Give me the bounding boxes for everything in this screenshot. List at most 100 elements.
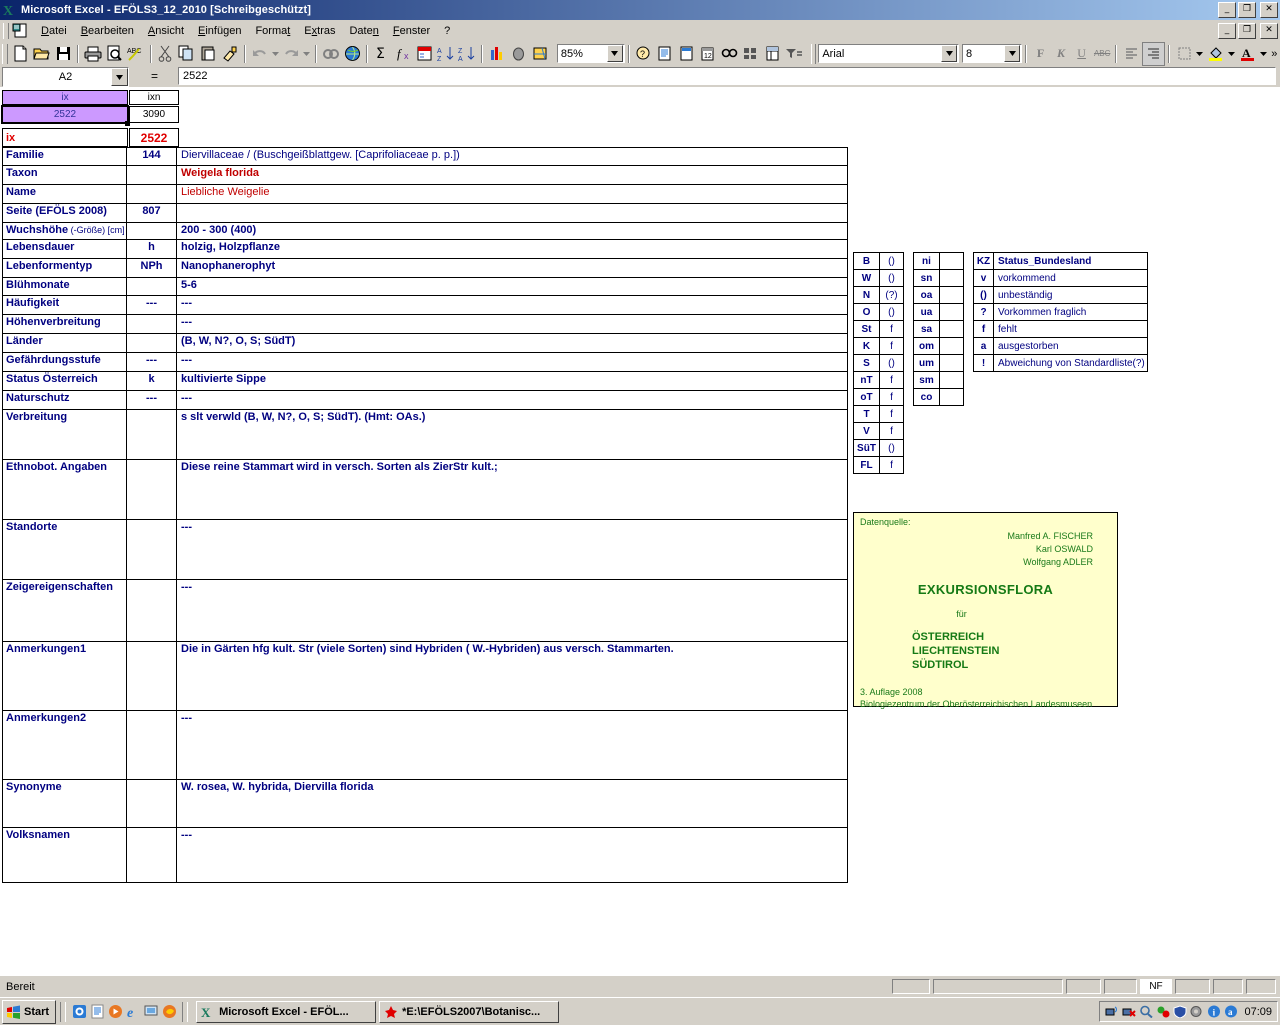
table-row[interactable]: Wuchshöhe (-Größe) [cm] 200 - 300 (400) bbox=[2, 223, 848, 240]
table-row[interactable]: Ethnobot. Angaben Diese reine Stammart wi… bbox=[2, 460, 848, 520]
save-icon[interactable] bbox=[53, 43, 75, 65]
cell-header-ixn[interactable]: ixn bbox=[129, 90, 179, 105]
sort-ascending-icon[interactable]: AZ bbox=[435, 43, 457, 65]
insert-hyperlink-icon[interactable] bbox=[320, 43, 342, 65]
legend-status-row[interactable]: ? Vorkommen fraglich bbox=[973, 303, 1148, 321]
legend-laender-row[interactable]: S() bbox=[853, 354, 904, 372]
row-label[interactable]: Name bbox=[3, 185, 127, 203]
row-label[interactable]: Wuchshöhe (-Größe) [cm] bbox=[3, 223, 127, 239]
cell-value-ixn[interactable]: 3090 bbox=[129, 106, 179, 123]
legend-region-row[interactable]: om bbox=[913, 337, 964, 355]
doc-restore-button[interactable]: ❐ bbox=[1238, 23, 1256, 39]
row-value[interactable]: Diese reine Stammart wird in versch. Sor… bbox=[177, 460, 847, 519]
row-label[interactable]: Länder bbox=[3, 334, 127, 352]
spellcheck-icon[interactable]: ABC bbox=[125, 43, 147, 65]
row-value[interactable]: 5-6 bbox=[177, 278, 847, 295]
row-value[interactable]: Liebliche Weigelie bbox=[177, 185, 847, 203]
table-row[interactable]: Länder (B, W, N?, O, S; SüdT) bbox=[2, 334, 848, 353]
legend-laender-row[interactable]: nT f bbox=[853, 371, 904, 389]
print-preview-icon[interactable] bbox=[104, 43, 126, 65]
legend-region-row[interactable]: oa bbox=[913, 286, 964, 304]
map-icon[interactable] bbox=[529, 43, 551, 65]
open-icon[interactable] bbox=[31, 43, 53, 65]
print-icon[interactable] bbox=[82, 43, 104, 65]
legend-laender-row[interactable]: N (?) bbox=[853, 286, 904, 304]
table-row[interactable]: Lebenformentyp NPh Nanophanerophyt bbox=[2, 259, 848, 278]
row-value[interactable]: Diervillaceae / (Buschgeißblattgew. [Cap… bbox=[177, 148, 847, 165]
row-label[interactable]: Anmerkungen2 bbox=[3, 711, 127, 779]
row-label[interactable]: Zeigereigenschaften bbox=[3, 580, 127, 641]
paste-icon[interactable] bbox=[198, 43, 220, 65]
row-value[interactable]: Nanophanerophyt bbox=[177, 259, 847, 277]
row-code[interactable]: 807 bbox=[127, 204, 177, 222]
taskbar-item[interactable]: X Microsoft Excel - EFÖL... bbox=[196, 1000, 377, 1023]
minimize-button[interactable]: _ bbox=[1218, 2, 1236, 18]
legend-laender-row[interactable]: SüT() bbox=[853, 439, 904, 457]
row-code[interactable] bbox=[127, 166, 177, 184]
table-row[interactable]: Lebensdauer h holzig, Holzpflanze bbox=[2, 240, 848, 259]
maximize-button[interactable]: ❐ bbox=[1238, 2, 1256, 18]
cell-ix-label[interactable]: ix bbox=[2, 128, 128, 147]
row-label[interactable]: Synonyme bbox=[3, 780, 127, 827]
taskband-grip[interactable] bbox=[182, 1001, 189, 1022]
filter-icon[interactable] bbox=[783, 43, 805, 65]
row-value[interactable]: --- bbox=[177, 520, 847, 579]
table-row[interactable]: Anmerkungen1 Die in Gärten hfg kult. Str … bbox=[2, 642, 848, 711]
row-value[interactable]: Weigela florida bbox=[177, 166, 847, 184]
row-value[interactable] bbox=[177, 204, 847, 222]
table-row[interactable]: Häufigkeit --- --- bbox=[2, 296, 848, 315]
table-row[interactable]: Standorte --- bbox=[2, 520, 848, 580]
font-name-combo[interactable]: Arial bbox=[818, 44, 960, 63]
font-color-dropdown-icon[interactable] bbox=[1258, 43, 1268, 65]
undo-icon[interactable] bbox=[249, 43, 271, 65]
name-box-dropdown-icon[interactable] bbox=[111, 68, 128, 86]
tray-antivirus-icon[interactable] bbox=[1156, 1005, 1170, 1019]
row-label[interactable]: Naturschutz bbox=[3, 391, 127, 409]
row-label[interactable]: Anmerkungen1 bbox=[3, 642, 127, 710]
legend-laender-row[interactable]: Tf bbox=[853, 405, 904, 423]
row-value[interactable]: 200 - 300 (400) bbox=[177, 223, 847, 239]
new-icon[interactable] bbox=[10, 43, 32, 65]
table-row[interactable]: Naturschutz --- --- bbox=[2, 391, 848, 410]
row-label[interactable]: Häufigkeit bbox=[3, 296, 127, 314]
row-code[interactable]: 144 bbox=[127, 148, 177, 165]
row-label[interactable]: Volksnamen bbox=[3, 828, 127, 882]
row-code[interactable] bbox=[127, 828, 177, 882]
row-code[interactable]: h bbox=[127, 240, 177, 258]
zoom-combo[interactable]: 85% bbox=[556, 44, 625, 63]
tray-search-icon[interactable] bbox=[1139, 1005, 1154, 1019]
cell-header-ix[interactable]: ix bbox=[2, 90, 128, 105]
row-value[interactable]: holzig, Holzpflanze bbox=[177, 240, 847, 258]
quicklaunch-show-desktop-icon[interactable] bbox=[142, 1002, 160, 1022]
legend-region-row[interactable]: um bbox=[913, 354, 964, 372]
table-row[interactable]: Gefährdungsstufe --- --- bbox=[2, 353, 848, 372]
table-row[interactable]: Verbreitung s slt verwld (B, W, N?, O, S;… bbox=[2, 410, 848, 460]
menu-item-bearbeiten[interactable]: Bearbeiten bbox=[74, 23, 141, 39]
row-value[interactable]: --- bbox=[177, 296, 847, 314]
font-size-combo[interactable]: 8 bbox=[962, 44, 1023, 63]
legend-region-row[interactable]: ni bbox=[913, 252, 964, 270]
menu-item-einfuegen[interactable]: Einfügen bbox=[191, 23, 248, 39]
row-code[interactable] bbox=[127, 780, 177, 827]
legend-laender-row[interactable]: Vf bbox=[853, 422, 904, 440]
row-code[interactable] bbox=[127, 520, 177, 579]
table-row[interactable]: Anmerkungen2 --- bbox=[2, 711, 848, 780]
align-right-icon[interactable] bbox=[1141, 41, 1166, 66]
row-code[interactable] bbox=[127, 410, 177, 459]
menu-item-daten[interactable]: Daten bbox=[342, 23, 385, 39]
row-label[interactable]: Status Österreich bbox=[3, 372, 127, 390]
row-value[interactable]: --- bbox=[177, 391, 847, 409]
legend-region-row[interactable]: sn bbox=[913, 269, 964, 287]
tray-info-icon[interactable]: i bbox=[1207, 1005, 1221, 1019]
copy-icon[interactable] bbox=[176, 43, 198, 65]
row-value[interactable]: (B, W, N?, O, S; SüdT) bbox=[177, 334, 847, 352]
cut-icon[interactable] bbox=[155, 43, 177, 65]
legend-table-laender[interactable]: B() W() N (?) O() St f Kf S() nT f oT f Tf Vf SüT() FL f bbox=[853, 252, 904, 474]
row-label[interactable]: Blühmonate bbox=[3, 278, 127, 295]
legend-status-row[interactable]: a ausgestorben bbox=[973, 337, 1148, 355]
menu-item-extras[interactable]: Extras bbox=[297, 23, 342, 39]
borders-icon[interactable] bbox=[1173, 43, 1195, 65]
row-value[interactable]: Die in Gärten hfg kult. Str (viele Sorte… bbox=[177, 642, 847, 710]
window-split-icon[interactable] bbox=[740, 43, 762, 65]
row-code[interactable]: --- bbox=[127, 353, 177, 371]
